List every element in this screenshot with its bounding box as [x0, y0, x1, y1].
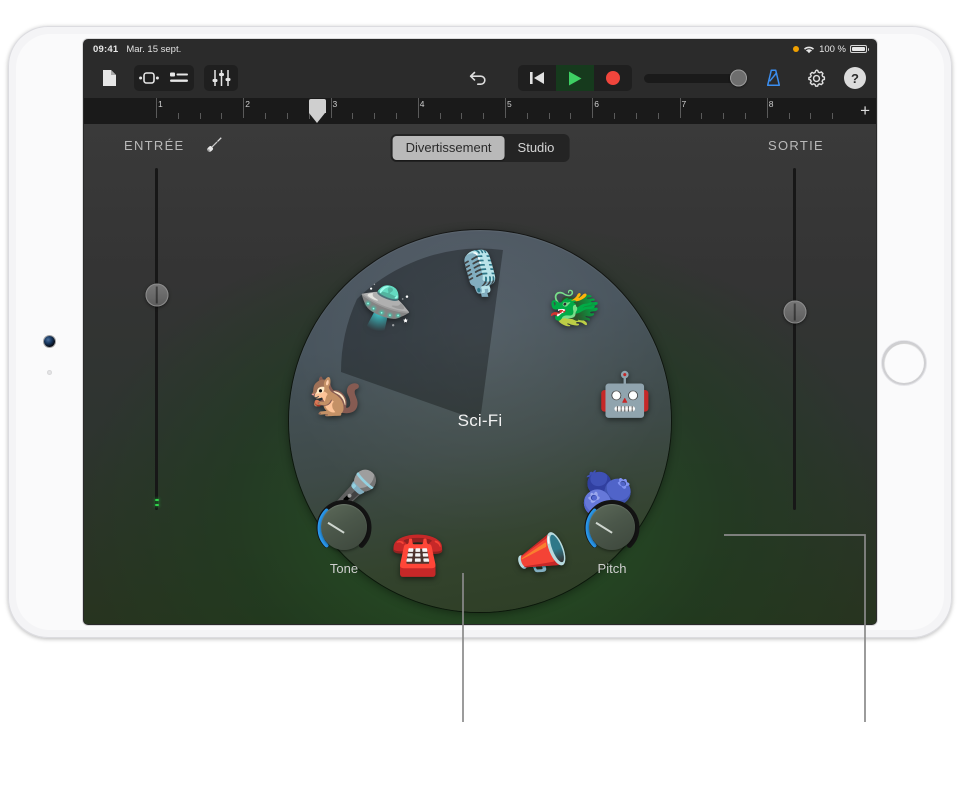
pitch-knob-face[interactable] — [589, 504, 635, 550]
robot-icon-glyph: 🤖 — [597, 370, 652, 419]
add-section-button[interactable]: + — [860, 102, 870, 119]
tone-knob-pointer — [327, 522, 345, 534]
record-button[interactable] — [594, 65, 632, 91]
faders-icon — [212, 70, 230, 86]
tracks-list-icon — [170, 72, 188, 82]
megaphone-icon-glyph: 📣 — [515, 529, 569, 578]
output-fader[interactable] — [783, 168, 806, 510]
battery-percent: 100 % — [819, 43, 846, 55]
squirrel-icon-glyph: 🐿️ — [308, 370, 362, 419]
timeline-ruler[interactable]: 12345678 + — [84, 98, 876, 124]
record-indicator-dot-icon — [793, 46, 800, 52]
ruler-bar-marker: 6 — [592, 98, 679, 124]
master-volume-slider[interactable] — [644, 69, 747, 87]
toolbar: ? — [84, 58, 876, 98]
wifi-icon — [804, 46, 815, 53]
input-label: ENTRÉE — [124, 138, 185, 153]
front-camera-icon — [44, 336, 55, 347]
view-toggle-group — [134, 65, 194, 91]
screen: 09:41 Mar. 15 sept. 100 % ? 1 2 3 4 5 6 … — [84, 40, 876, 624]
robot-icon[interactable]: 🤖 — [593, 363, 657, 427]
ipad-device-frame: 09:41 Mar. 15 sept. 100 % ? 1 2 3 4 5 6 … — [8, 26, 952, 638]
browser-button[interactable] — [94, 65, 124, 91]
input-fader-knob[interactable] — [145, 283, 168, 307]
ruler-bar-marker: 4 — [417, 98, 505, 124]
tone-knob[interactable]: Tone — [312, 499, 376, 576]
metronome-icon — [766, 69, 780, 86]
rewind-button[interactable] — [518, 65, 556, 91]
mixer-button[interactable] — [204, 65, 238, 91]
microphone-hole-icon — [47, 370, 52, 375]
telephone-icon-glyph: ☎️ — [391, 529, 445, 578]
metronome-button[interactable] — [758, 65, 788, 91]
status-bar: 09:41 Mar. 15 sept. 100 % — [84, 40, 876, 58]
undo-button[interactable] — [462, 65, 496, 91]
megaphone-icon[interactable]: 📣 — [510, 522, 574, 586]
status-time: 09:41 — [93, 43, 119, 55]
output-fader-knob[interactable] — [783, 300, 806, 324]
master-volume-knob[interactable] — [730, 69, 747, 87]
document-icon — [102, 70, 116, 86]
studio-microphone-icon[interactable]: 🎙️ — [448, 242, 512, 306]
record-circle-icon — [606, 71, 620, 85]
battery-icon — [850, 45, 869, 53]
undo-arrow-icon — [469, 71, 486, 85]
ruler-ticks: 12345678 — [156, 98, 854, 124]
ufo-icon[interactable]: 🛸 — [354, 276, 418, 340]
ruler-bar-marker: 1 — [156, 98, 243, 124]
settings-button[interactable] — [800, 65, 832, 91]
transport-controls — [518, 65, 632, 91]
help-button[interactable]: ? — [844, 67, 866, 89]
pitch-knob-label: Pitch — [597, 561, 627, 576]
ruler-bar-marker: 5 — [505, 98, 592, 124]
telephone-icon[interactable]: ☎️ — [386, 522, 450, 586]
tracks-list-button[interactable] — [164, 65, 194, 91]
input-fader[interactable] — [145, 168, 168, 510]
play-button[interactable] — [556, 65, 594, 91]
tone-knob-label: Tone — [329, 561, 359, 576]
input-level-led — [154, 499, 159, 501]
squirrel-icon[interactable]: 🐿️ — [303, 363, 367, 427]
ruler-bar-marker: 8 — [766, 98, 854, 124]
rewind-to-start-icon — [530, 72, 544, 84]
monster-icon[interactable]: 🐲 — [542, 276, 606, 340]
voice-plugin-panel: ENTRÉE SORTIE Divertissement Studio Sci-… — [84, 124, 876, 624]
ruler-bar-marker: 7 — [679, 98, 767, 124]
gear-icon — [807, 68, 825, 87]
tab-divertissement[interactable]: Divertissement — [392, 136, 505, 160]
studio-microphone-icon-glyph: 🎙️ — [453, 249, 507, 298]
screen-bezel: 09:41 Mar. 15 sept. 100 % ? 1 2 3 4 5 6 … — [84, 40, 876, 624]
pitch-knob[interactable]: Pitch — [580, 499, 644, 576]
pitch-knob-pointer — [595, 522, 613, 534]
playhead[interactable] — [308, 99, 326, 123]
tab-studio[interactable]: Studio — [505, 136, 568, 160]
input-level-led — [154, 504, 159, 506]
cable-jack-icon[interactable] — [204, 135, 224, 160]
category-tabs: Divertissement Studio — [390, 134, 570, 162]
output-label: SORTIE — [768, 138, 824, 153]
track-view-button[interactable] — [134, 65, 164, 91]
home-button[interactable] — [882, 341, 926, 385]
ufo-icon-glyph: 🛸 — [358, 283, 413, 332]
monster-icon-glyph: 🐲 — [547, 283, 602, 332]
play-triangle-icon — [569, 71, 582, 85]
ruler-bar-marker: 3 — [330, 98, 418, 124]
tone-knob-face[interactable] — [321, 504, 367, 550]
status-date: Mar. 15 sept. — [126, 43, 182, 55]
track-view-icon — [139, 72, 159, 84]
